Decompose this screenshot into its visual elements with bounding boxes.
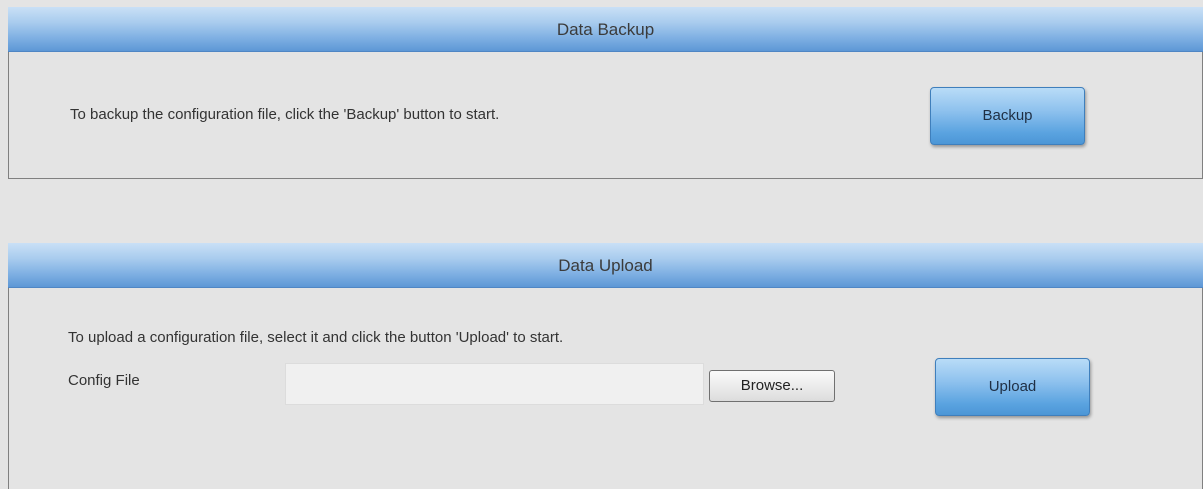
data-backup-section: Data Backup To backup the configuration … [8, 7, 1203, 179]
data-upload-section: Data Upload To upload a configuration fi… [8, 243, 1203, 489]
browse-button[interactable]: Browse... [709, 370, 835, 402]
config-file-path-field[interactable] [285, 363, 704, 405]
config-file-label: Config File [68, 372, 140, 389]
backup-button[interactable]: Backup [930, 87, 1085, 145]
upload-button[interactable]: Upload [935, 358, 1090, 416]
data-backup-header: Data Backup [8, 7, 1203, 52]
upload-description: To upload a configuration file, select i… [68, 329, 564, 346]
data-backup-title: Data Backup [556, 20, 655, 39]
data-backup-body: To backup the configuration file, click … [8, 52, 1203, 179]
backup-description: To backup the configuration file, click … [70, 106, 500, 123]
data-upload-header: Data Upload [8, 243, 1203, 288]
data-upload-body: To upload a configuration file, select i… [8, 288, 1203, 489]
data-upload-title: Data Upload [558, 256, 653, 275]
